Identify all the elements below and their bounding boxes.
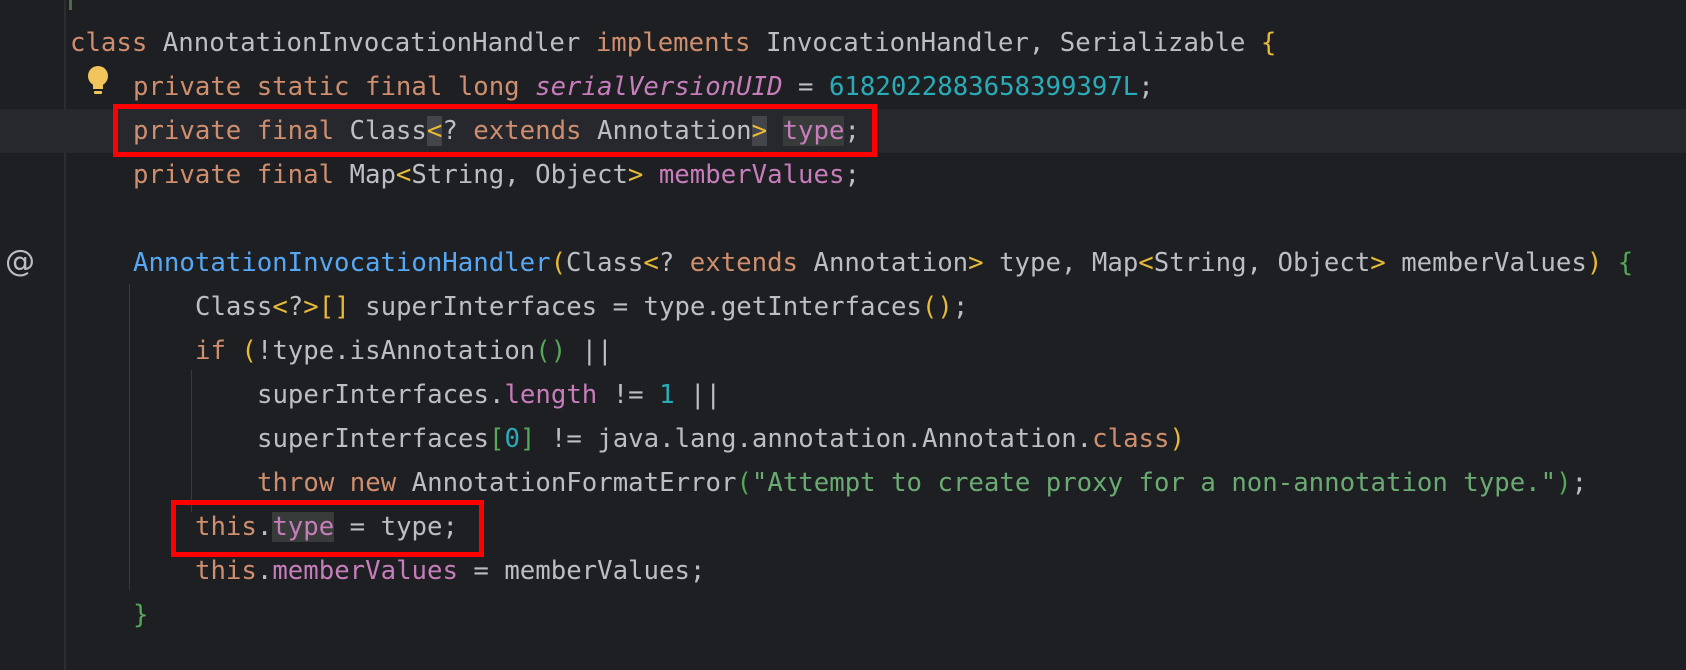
code-token: ) [1169, 424, 1185, 454]
code-token: 6182022883658399397L [828, 72, 1139, 102]
code-token: private final [133, 160, 350, 190]
code-line-text: private final Map<String, Object> member… [133, 153, 860, 197]
code-token: Annotation [813, 248, 969, 278]
code-token: { [1617, 248, 1634, 278]
code-line-text: } [133, 593, 148, 637]
code-line-text: superInterfaces[0] != java.lang.annotati… [257, 417, 1185, 461]
code-token: ; [844, 160, 860, 190]
code-token: private static final long [133, 72, 536, 102]
code-token: AnnotationFormatError [411, 468, 737, 498]
code-token: ; [1571, 468, 1588, 498]
code-line-text: private static final long serialVersionU… [133, 65, 1154, 109]
code-token: } [133, 600, 149, 630]
code-token: Map [1091, 248, 1139, 278]
code-editor[interactable]: class AnnotationInvocationHandler implem… [0, 0, 1686, 670]
code-token: ? [658, 248, 690, 278]
code-token: < [272, 292, 288, 322]
code-token: throw new [257, 468, 412, 498]
code-token: . [256, 556, 273, 586]
highlight-box-assign-type [171, 500, 484, 557]
code-token: != java.lang.annotation.Annotation. [535, 424, 1093, 454]
code-token: < [1138, 248, 1154, 278]
code-token: || [566, 336, 613, 366]
code-token: Class [566, 248, 644, 278]
code-token: AnnotationInvocationHandler [133, 248, 551, 278]
code-token: [ [488, 424, 505, 454]
highlight-box-field-type [113, 104, 877, 157]
code-line-text: if (!type.isAnnotation() || [195, 329, 613, 373]
code-token: String, Object [1153, 248, 1371, 278]
code-token: < [395, 160, 412, 190]
code-token: ( [241, 336, 257, 366]
code-token: > [1370, 248, 1402, 278]
code-token: { [1260, 28, 1277, 58]
code-token: ( [550, 248, 567, 278]
code-token: > [627, 160, 659, 190]
fold-marker [69, 0, 72, 10]
code-token: = memberValues; [457, 556, 706, 586]
code-token: Map [349, 160, 396, 190]
code-token: ( [736, 468, 752, 498]
code-token: this [195, 556, 257, 586]
code-token: "Attempt to create proxy for a non-annot… [751, 468, 1557, 498]
code-token: 0 [504, 424, 520, 454]
code-token: >[] [303, 292, 366, 322]
code-token: extends [689, 248, 814, 278]
code-token: ] [519, 424, 536, 454]
code-token: = [782, 72, 829, 102]
code-token: class [1092, 424, 1170, 454]
code-token: Class [195, 292, 273, 322]
code-token: String, Object [411, 160, 628, 190]
code-token: type, [999, 248, 1092, 278]
code-token: ; [952, 292, 969, 322]
code-token: superInterfaces = type.getInterfaces [365, 292, 922, 322]
indent-guide-if [191, 370, 192, 512]
code-token: > [968, 248, 1000, 278]
code-line-text: class AnnotationInvocationHandler implem… [70, 21, 1276, 65]
code-line-text: throw new AnnotationFormatError("Attempt… [257, 461, 1587, 505]
code-token: != [597, 380, 660, 410]
code-line-text: AnnotationInvocationHandler(Class<? exte… [133, 241, 1633, 285]
code-token: memberValues [658, 160, 845, 190]
code-token: class [70, 28, 163, 58]
code-token: length [504, 380, 598, 410]
code-line-text: Class<?>[] superInterfaces = type.getInt… [195, 285, 968, 329]
code-token: ) [1556, 468, 1572, 498]
code-token: memberValues [1401, 248, 1587, 278]
code-line-text: superInterfaces.length != 1 || [257, 373, 721, 417]
code-token: memberValues [272, 556, 458, 586]
code-token: !type.isAnnotation [256, 336, 536, 366]
code-token: () [535, 336, 567, 366]
indent-guide-method [129, 284, 130, 590]
code-token: implements [595, 28, 766, 58]
code-token: ? [287, 292, 304, 322]
code-token: () [921, 292, 953, 322]
code-token: 1 [659, 380, 675, 410]
code-token: ) [1586, 248, 1618, 278]
code-token: < [643, 248, 659, 278]
at-sign-icon[interactable]: @ [5, 240, 35, 284]
code-token: superInterfaces. [257, 380, 505, 410]
code-token: || [674, 380, 721, 410]
code-token: InvocationHandler, Serializable [765, 28, 1261, 58]
code-token: ; [1138, 72, 1154, 102]
code-token: if [195, 336, 242, 366]
lightbulb-icon[interactable] [85, 64, 111, 98]
gutter-separator [64, 0, 66, 670]
code-token: serialVersionUID [535, 72, 783, 102]
code-token: AnnotationInvocationHandler [162, 28, 596, 58]
code-token: superInterfaces [257, 424, 489, 454]
